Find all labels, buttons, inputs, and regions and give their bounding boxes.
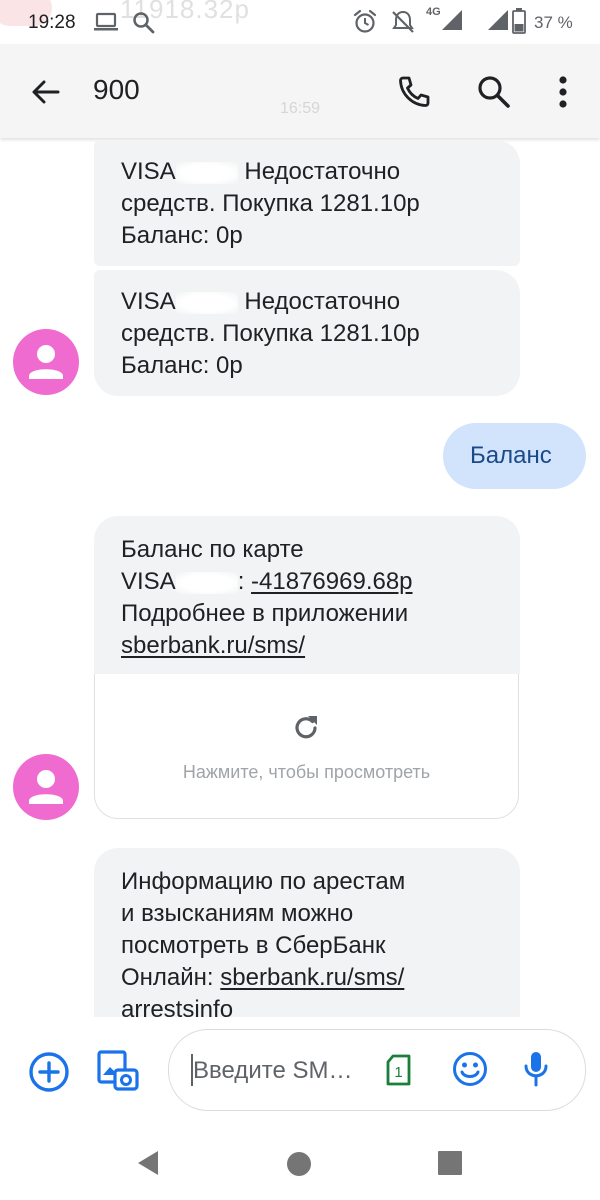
do-not-disturb-icon	[392, 10, 414, 33]
signal-icon	[442, 10, 462, 30]
gallery-camera-icon[interactable]	[96, 1049, 140, 1093]
add-attachment-icon[interactable]	[28, 1051, 70, 1093]
sim-number: 1	[394, 1064, 402, 1081]
message-bubble-outgoing[interactable]: Баланс	[443, 423, 586, 489]
refresh-icon[interactable]	[290, 712, 322, 744]
nav-back-icon[interactable]	[134, 1148, 164, 1178]
message-input[interactable]: Введите SM… 1	[168, 1029, 586, 1111]
phone-icon[interactable]	[394, 72, 434, 112]
masked-card-number	[175, 571, 238, 594]
message-bubble-incoming[interactable]: VISA Недостаточно средств. Покупка 1281.…	[94, 270, 520, 396]
message-text: Баланс	[470, 442, 552, 469]
link-preview-card[interactable]: Нажмите, чтобы просмотреть	[94, 674, 519, 819]
message-text: VISA Недостаточно средств. Покупка 1281.…	[121, 288, 420, 379]
message-bubble-incoming[interactable]: VISA Недостаточно средств. Покупка 1281.…	[94, 140, 520, 266]
nav-home-icon[interactable]	[285, 1150, 313, 1178]
laptop-icon	[94, 12, 118, 31]
back-arrow-icon[interactable]	[30, 76, 62, 108]
masked-card-number	[175, 161, 238, 184]
nav-recents-icon[interactable]	[437, 1150, 463, 1176]
battery-icon	[512, 8, 526, 34]
sberbank-link[interactable]: sberbank.ru/sms/	[121, 632, 305, 659]
message-bubble-incoming[interactable]: Баланс по карте VISA: -41876969.68р Подр…	[94, 516, 520, 674]
message-text: Информацию по арестам и взысканиям можно…	[121, 868, 406, 1023]
microphone-icon[interactable]	[521, 1050, 551, 1088]
app-bar: 900 16:59	[0, 44, 600, 138]
compose-bar: Введите SM… 1	[0, 1017, 600, 1132]
system-navigation-bar	[0, 1132, 600, 1200]
alarm-icon	[353, 9, 377, 33]
search-icon	[133, 12, 155, 34]
contact-avatar[interactable]	[13, 754, 79, 820]
masked-card-number	[175, 291, 238, 314]
ghost-timestamp: 16:59	[280, 100, 321, 117]
contact-avatar[interactable]	[13, 329, 79, 395]
message-input-placeholder: Введите SM…	[193, 1057, 353, 1084]
status-bar: 11918.32р 19:28 4G 37 %	[0, 0, 600, 44]
network-type: 4G	[426, 6, 441, 18]
sberbank-link[interactable]: sberbank.ru/sms/	[220, 964, 404, 991]
sim-card-icon[interactable]: 1	[385, 1054, 413, 1086]
battery-percent: 37 %	[534, 13, 573, 32]
message-text: VISA Недостаточно средств. Покупка 1281.…	[121, 158, 420, 249]
preview-hint: Нажмите, чтобы просмотреть	[182, 762, 431, 782]
status-time: 19:28	[28, 12, 76, 33]
emoji-icon[interactable]	[451, 1050, 489, 1088]
signal-icon-2	[488, 10, 508, 30]
message-text: Баланс по карте VISA: -41876969.68р Подр…	[121, 536, 413, 659]
conversation-title: 900	[93, 74, 140, 105]
search-icon[interactable]	[474, 72, 514, 112]
message-bubble-incoming[interactable]: Информацию по арестам и взысканиям можно…	[94, 848, 520, 1023]
balance-link[interactable]: -41876969.68р	[251, 568, 412, 595]
more-vert-icon[interactable]	[543, 72, 583, 112]
